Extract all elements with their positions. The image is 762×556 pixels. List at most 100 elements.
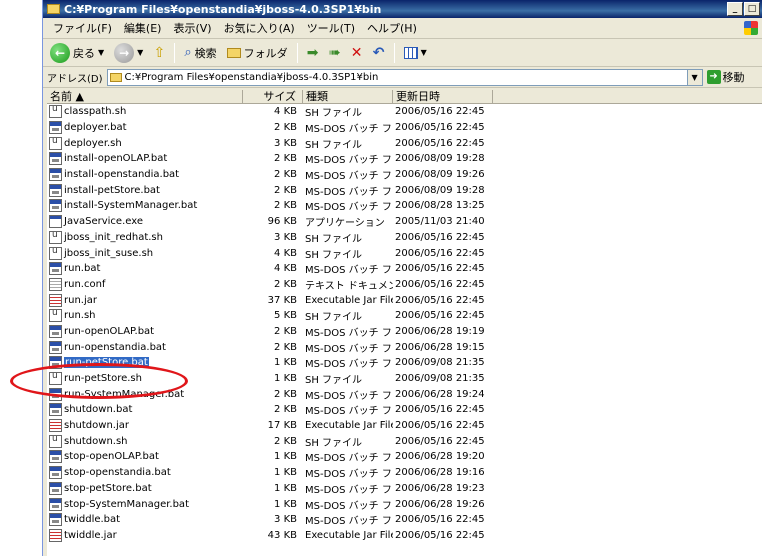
file-type-icon: [49, 450, 62, 464]
column-header-modified[interactable]: 更新日時: [393, 90, 493, 103]
file-type-icon: [49, 168, 62, 182]
file-name-cell: run-petStore.sh: [47, 372, 243, 386]
file-modified: 2006/06/28 19:16: [395, 467, 485, 479]
file-name: twiddle.jar: [64, 529, 117, 541]
file-name-cell: deployer.bat: [47, 121, 243, 135]
folder-icon: [109, 72, 122, 82]
file-row[interactable]: install-petStore.bat 2 KB MS-DOS バッチ ファ...…: [47, 182, 762, 198]
back-arrow-icon: ←: [50, 42, 70, 63]
file-row[interactable]: stop-openOLAP.bat 1 KB MS-DOS バッチ ファ...200…: [47, 449, 762, 465]
search-button[interactable]: ⌕ 検索: [181, 44, 219, 62]
file-name: JavaService.exe: [64, 216, 143, 228]
menu-file[interactable]: ファイル(F): [47, 20, 118, 36]
menu-view[interactable]: 表示(V): [167, 20, 217, 36]
menu-edit[interactable]: 編集(E): [118, 20, 168, 36]
file-row[interactable]: twiddle.bat 3 KB MS-DOS バッチ ファ...2006/05/1…: [47, 512, 762, 528]
file-name-cell: run-petStore.bat: [47, 356, 243, 370]
menu-favorites[interactable]: お気に入り(A): [218, 20, 301, 36]
column-header-row: 名前 ▲ サイズ 種類 更新日時: [47, 90, 762, 104]
file-row[interactable]: run-petStore.sh 1 KB SH ファイル 2006/09/08 21:…: [47, 371, 762, 387]
file-row[interactable]: classpath.sh 4 KB SH ファイル 2006/05/16 22:45: [47, 104, 762, 120]
file-row[interactable]: shutdown.bat 2 KB MS-DOS バッチ ファ...2006/05/…: [47, 402, 762, 418]
file-row[interactable]: run-petStore.bat 1 KB MS-DOS バッチ ファ...2006…: [47, 355, 762, 371]
file-name: stop-openstandia.bat: [64, 467, 171, 479]
file-size: 2 KB: [274, 325, 297, 337]
file-row[interactable]: run-openOLAP.bat 2 KB MS-DOS バッチ ファ...2006…: [47, 324, 762, 340]
go-button[interactable]: ➜ 移動: [706, 69, 745, 85]
minimize-button[interactable]: _: [727, 2, 743, 16]
address-dropdown-button[interactable]: ▼: [686, 69, 702, 85]
file-modified: 2006/05/16 22:45: [395, 420, 485, 432]
file-row[interactable]: run-SystemManager.bat 2 KB MS-DOS バッチ ファ..…: [47, 386, 762, 402]
file-row[interactable]: run.bat 4 KB MS-DOS バッチ ファ...2006/05/16 22…: [47, 261, 762, 277]
folders-icon: [226, 47, 241, 58]
views-button[interactable]: ▼: [401, 46, 430, 60]
title-bar[interactable]: C:¥Program Files¥openstandia¥jboss-4.0.3…: [43, 0, 762, 18]
file-row[interactable]: stop-SystemManager.bat 1 KB MS-DOS バッチ ファ.…: [47, 496, 762, 512]
delete-button[interactable]: ✕: [348, 44, 366, 62]
file-size: 3 KB: [274, 231, 297, 243]
file-name-cell: install-openOLAP.bat: [47, 152, 243, 166]
file-row[interactable]: run-openstandia.bat 2 KB MS-DOS バッチ ファ...2…: [47, 339, 762, 355]
file-size: 37 KB: [267, 294, 297, 306]
file-row[interactable]: shutdown.jar 17 KB Executable Jar File 2006…: [47, 418, 762, 434]
file-row[interactable]: jboss_init_redhat.sh 3 KB SH ファイル 2006/05/1…: [47, 230, 762, 246]
address-input[interactable]: C:¥Program Files¥openstandia¥jboss-4.0.3…: [106, 68, 703, 86]
file-type: MS-DOS バッチ ファ...: [305, 390, 393, 402]
chevron-down-icon: ▼: [137, 48, 144, 57]
file-type: SH ファイル: [305, 139, 363, 151]
file-row[interactable]: install-SystemManager.bat 2 KB MS-DOS バッチ …: [47, 198, 762, 214]
file-row[interactable]: shutdown.sh 2 KB SH ファイル 2006/05/16 22:45: [47, 433, 762, 449]
file-row[interactable]: deployer.sh 3 KB SH ファイル 2006/05/16 22:45: [47, 135, 762, 151]
file-row[interactable]: run.conf 2 KB テキスト ドキュメント2006/05/16 22:45: [47, 277, 762, 293]
forward-button[interactable]: → ▼: [111, 42, 146, 64]
folders-button[interactable]: フォルダ: [224, 44, 291, 62]
file-row[interactable]: twiddle.jar 43 KB Executable Jar File 2006/…: [47, 528, 762, 544]
file-name: run.sh: [64, 310, 96, 322]
file-modified: 2006/05/16 22:45: [395, 247, 485, 259]
file-row[interactable]: JavaService.exe 96 KB アプリケーション 2005/11/03 2…: [47, 214, 762, 230]
file-modified: 2006/06/28 19:26: [395, 498, 485, 510]
file-modified: 2006/06/28 19:24: [395, 388, 485, 400]
file-row[interactable]: stop-petStore.bat 1 KB MS-DOS バッチ ファ...200…: [47, 481, 762, 497]
file-size: 2 KB: [274, 169, 297, 181]
copy-to-button[interactable]: ➠: [326, 44, 344, 62]
file-size: 4 KB: [274, 106, 297, 118]
move-to-button[interactable]: ➡: [304, 44, 322, 62]
file-name-cell: run-openOLAP.bat: [47, 324, 243, 338]
file-name: run-openstandia.bat: [64, 341, 166, 353]
menu-help[interactable]: ヘルプ(H): [361, 20, 423, 36]
file-type: MS-DOS バッチ ファ...: [305, 469, 393, 481]
file-type-icon: [49, 403, 62, 417]
forward-arrow-icon: →: [114, 42, 135, 63]
file-size: 3 KB: [274, 137, 297, 149]
file-size: 2 KB: [274, 184, 297, 196]
file-row[interactable]: install-openOLAP.bat 2 KB MS-DOS バッチ ファ...…: [47, 151, 762, 167]
file-size: 2 KB: [274, 341, 297, 353]
file-type-icon: [49, 481, 62, 495]
file-name-cell: twiddle.jar: [47, 528, 243, 542]
file-row[interactable]: stop-openstandia.bat 1 KB MS-DOS バッチ ファ...…: [47, 465, 762, 481]
file-row[interactable]: run.sh 5 KB SH ファイル 2006/05/16 22:45: [47, 308, 762, 324]
file-row[interactable]: deployer.bat 2 KB MS-DOS バッチ ファ...2006/05/…: [47, 120, 762, 136]
file-list[interactable]: 名前 ▲ サイズ 種類 更新日時 classpath.sh 4 KB SH ファイル…: [47, 90, 762, 556]
file-row[interactable]: run.jar 37 KB Executable Jar File 2006/05/1…: [47, 292, 762, 308]
up-folder-button[interactable]: ⇧: [150, 44, 168, 62]
file-name-cell: stop-petStore.bat: [47, 481, 243, 495]
undo-button[interactable]: ↶: [370, 44, 388, 62]
column-header-type[interactable]: 種類: [303, 90, 393, 103]
file-modified: 2006/08/09 19:28: [395, 184, 485, 196]
file-row[interactable]: jboss_init_suse.sh 4 KB SH ファイル 2006/05/16 …: [47, 245, 762, 261]
column-header-name[interactable]: 名前 ▲: [47, 90, 243, 103]
file-row[interactable]: install-openstandia.bat 2 KB MS-DOS バッチ ファ…: [47, 167, 762, 183]
back-button[interactable]: ← 戻る ▼: [47, 42, 107, 64]
file-size: 2 KB: [274, 278, 297, 290]
maximize-button[interactable]: □: [744, 2, 760, 16]
file-modified: 2006/05/16 22:45: [395, 263, 485, 275]
file-type-icon: [49, 121, 62, 135]
menu-bar: ファイル(F) 編集(E) 表示(V) お気に入り(A) ツール(T) ヘルプ(…: [43, 18, 762, 39]
menu-tools[interactable]: ツール(T): [301, 20, 361, 36]
column-header-size[interactable]: サイズ: [243, 90, 303, 103]
file-type-icon: [49, 434, 62, 448]
file-name: classpath.sh: [64, 106, 127, 118]
